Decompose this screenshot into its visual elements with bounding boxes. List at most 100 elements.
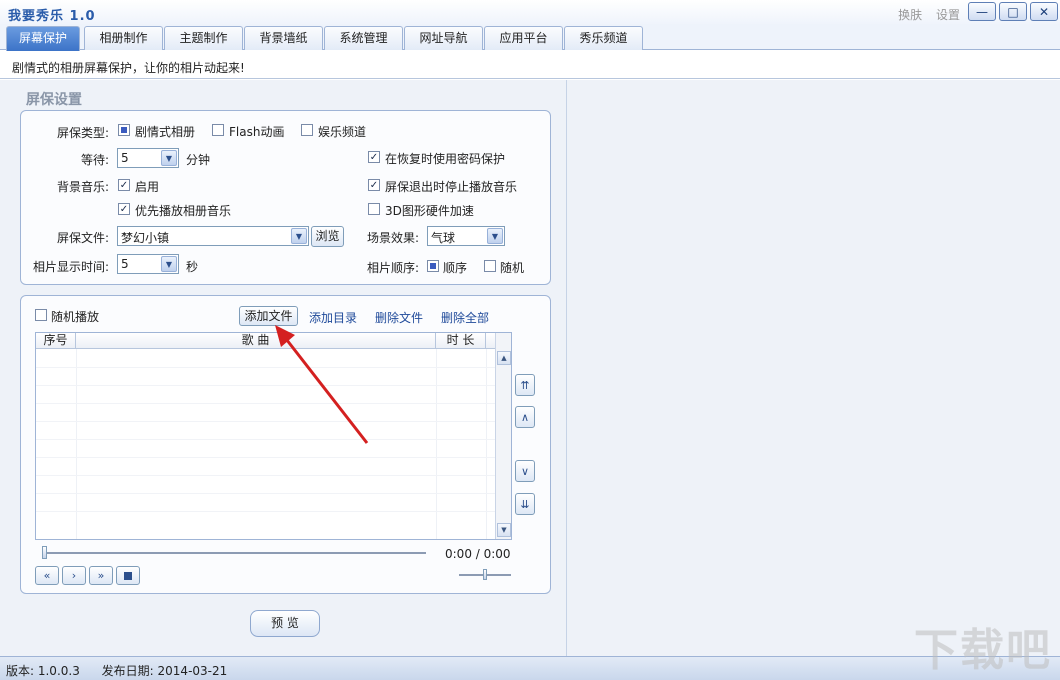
double-chevron-down-icon: ⇊: [520, 497, 530, 511]
type-album-radio[interactable]: [118, 124, 130, 136]
title-bar: 我要秀乐 1.0 换肤 设置 — □ ✕: [0, 0, 1060, 26]
file-label: 屏保文件:: [57, 231, 110, 245]
preview-button[interactable]: 预 览: [250, 610, 320, 637]
row-line: [36, 511, 496, 512]
preview-panel: [566, 80, 1060, 656]
info-line: 剧情式的相册屏幕保护，让你的相片动起来!: [0, 51, 1060, 79]
type-flash-label: Flash动画: [229, 125, 285, 139]
watermark: 下载吧: [914, 625, 1052, 676]
prev-button[interactable]: «: [35, 566, 59, 585]
settings-group: 屏保类型: 剧情式相册 Flash动画 娱乐频道 等待: 5 ▼ 分钟 ✓ 在恢…: [20, 110, 551, 285]
wait-select[interactable]: 5 ▼: [117, 148, 179, 168]
file-select[interactable]: 梦幻小镇 ▼: [117, 226, 309, 246]
chevron-down-icon: ▼: [291, 228, 307, 244]
fast-forward-icon: »: [97, 569, 105, 582]
close-button[interactable]: ✕: [1030, 2, 1058, 21]
row-line: [36, 475, 496, 476]
order-seq-radio[interactable]: [427, 260, 439, 272]
tab-bar: 屏幕保护 相册制作 主题制作 背景墙纸 系统管理 网址导航 应用平台 秀乐频道: [0, 24, 1060, 51]
col-song[interactable]: 歌 曲: [76, 333, 436, 349]
tab-album[interactable]: 相册制作: [84, 26, 163, 50]
chevron-up-icon: ∧: [520, 410, 530, 424]
move-bottom-button[interactable]: ⇊: [515, 493, 535, 515]
hw-accel-checkbox[interactable]: [368, 203, 380, 215]
delete-file-link[interactable]: 删除文件: [375, 309, 423, 326]
rewind-icon: «: [43, 569, 51, 582]
minimize-button[interactable]: —: [968, 2, 996, 21]
tab-apps[interactable]: 应用平台: [484, 26, 563, 50]
top-links: 换肤 设置: [888, 6, 960, 23]
list-scrollbar[interactable]: ▲ ▼: [495, 333, 511, 539]
stop-icon: [124, 571, 132, 580]
type-ent-radio[interactable]: [301, 124, 313, 136]
wait-unit: 分钟: [186, 153, 211, 167]
stop-button[interactable]: [116, 566, 140, 585]
chevron-down-icon: ▼: [161, 150, 177, 166]
photo-time-unit: 秒: [186, 260, 199, 274]
section-title: 屏保设置: [26, 92, 82, 108]
effect-label: 场景效果:: [367, 231, 420, 245]
scroll-up-icon[interactable]: ▲: [497, 351, 511, 365]
delete-all-link[interactable]: 删除全部: [441, 309, 489, 326]
tab-screensaver[interactable]: 屏幕保护: [6, 26, 80, 51]
type-label: 屏保类型:: [57, 126, 110, 140]
hw-accel-label: 3D图形硬件加速: [385, 204, 474, 218]
move-up-button[interactable]: ∧: [515, 406, 535, 428]
effect-select[interactable]: 气球 ▼: [427, 226, 505, 246]
row-line: [36, 457, 496, 458]
col-index[interactable]: 序号: [36, 333, 76, 349]
status-bar: 版本: 1.0.0.3 发布日期: 2014-03-21 下载吧: [0, 625, 1060, 680]
seek-track[interactable]: [43, 552, 426, 554]
maximize-button[interactable]: □: [999, 2, 1027, 21]
prefer-album-label: 优先播放相册音乐: [135, 204, 232, 218]
volume-thumb[interactable]: [483, 569, 487, 580]
double-chevron-up-icon: ⇈: [520, 378, 530, 392]
photo-time-select[interactable]: 5 ▼: [117, 254, 179, 274]
playlist-group: 随机播放 添加文件 添加目录 删除文件 删除全部 序号 歌 曲 时 长 ▲ ▼ …: [20, 295, 551, 594]
version-text: 版本: 1.0.0.3: [6, 664, 80, 678]
left-panel: 屏保设置 屏保类型: 剧情式相册 Flash动画 娱乐频道 等待: 5 ▼ 分钟…: [8, 84, 563, 654]
tab-theme[interactable]: 主题制作: [164, 26, 243, 50]
close-icon: ✕: [1038, 4, 1050, 19]
password-checkbox[interactable]: ✓: [368, 151, 380, 163]
time-display: 0:00 / 0:00: [445, 547, 511, 561]
play-button[interactable]: ›: [62, 566, 86, 585]
photo-time-value: 5: [121, 257, 129, 271]
stop-music-checkbox[interactable]: ✓: [368, 179, 380, 191]
chevron-down-icon: ∨: [520, 464, 530, 478]
move-down-button[interactable]: ∨: [515, 460, 535, 482]
app-title: 我要秀乐 1.0: [8, 9, 96, 24]
release-date-text: 发布日期: 2014-03-21: [101, 664, 228, 678]
effect-value: 气球: [431, 231, 456, 245]
bgm-enable-label: 启用: [135, 180, 160, 194]
prefer-album-checkbox[interactable]: ✓: [118, 203, 130, 215]
tab-channel[interactable]: 秀乐频道: [564, 26, 643, 50]
order-rand-radio[interactable]: [484, 260, 496, 272]
main-area: 屏保设置 屏保类型: 剧情式相册 Flash动画 娱乐频道 等待: 5 ▼ 分钟…: [0, 80, 1060, 656]
scroll-down-icon[interactable]: ▼: [497, 523, 511, 537]
wait-value: 5: [121, 151, 129, 165]
browse-button[interactable]: 浏览: [311, 226, 344, 247]
chevron-down-icon: ▼: [161, 256, 177, 272]
skin-link[interactable]: 换肤: [898, 8, 922, 22]
type-flash-radio[interactable]: [212, 124, 224, 136]
file-value: 梦幻小镇: [121, 231, 170, 245]
order-rand-label: 随机: [500, 261, 525, 275]
random-play-label: 随机播放: [51, 310, 100, 324]
bgm-checkbox[interactable]: ✓: [118, 179, 130, 191]
tab-system[interactable]: 系统管理: [324, 26, 403, 50]
row-line: [36, 493, 496, 494]
photo-time-label: 相片显示时间:: [33, 260, 110, 274]
order-label: 相片顺序:: [367, 261, 420, 275]
tab-wallpaper[interactable]: 背景墙纸: [244, 26, 323, 50]
random-play-checkbox[interactable]: [35, 309, 47, 321]
type-ent-label: 娱乐频道: [318, 125, 367, 139]
move-top-button[interactable]: ⇈: [515, 374, 535, 396]
settings-link[interactable]: 设置: [936, 8, 960, 22]
stop-music-label: 屏保退出时停止播放音乐: [385, 180, 518, 194]
tab-nav[interactable]: 网址导航: [404, 26, 483, 50]
next-button[interactable]: »: [89, 566, 113, 585]
seek-thumb[interactable]: [42, 546, 47, 559]
play-icon: ›: [71, 569, 77, 582]
col-duration[interactable]: 时 长: [436, 333, 486, 349]
